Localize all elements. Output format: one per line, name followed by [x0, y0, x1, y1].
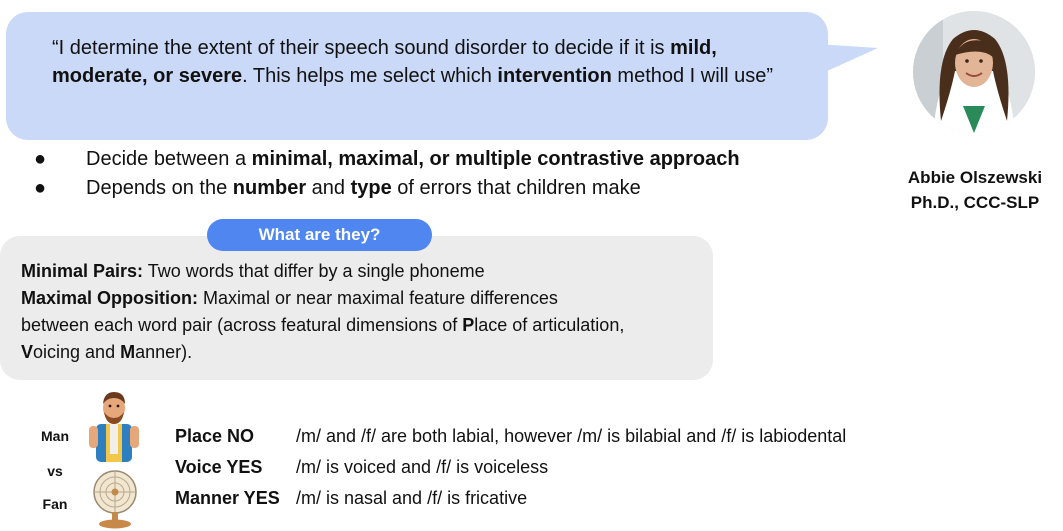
feature-row-manner: Manner YES /m/ is nasal and /f/ is frica… — [175, 483, 846, 514]
bold-text-run: V — [21, 342, 34, 362]
bold-text-run: type — [350, 177, 392, 199]
bullet-item: ● Decide between a minimal, maximal, or … — [34, 145, 740, 174]
text-run: lace of articulation, — [474, 315, 625, 335]
text-run: of errors that children make — [391, 177, 641, 199]
speaker-name: Abbie Olszewski — [907, 168, 1043, 187]
portrait-illustration — [913, 11, 1035, 133]
what-are-they-pill: What are they? — [207, 219, 432, 251]
text-run: “I determine the extent of their speech … — [52, 37, 671, 59]
bold-text-run: P — [462, 315, 475, 335]
feature-description: /m/ and /f/ are both labial, however /m/… — [296, 426, 847, 446]
bullet-marker: ● — [34, 177, 47, 199]
feature-label: Manner YES — [175, 488, 280, 508]
bullet-text: Decide between a minimal, maximal, or mu… — [86, 148, 740, 170]
speech-bubble-tail — [816, 44, 878, 76]
speaker-credentials: Ph.D., CCC-SLP — [910, 193, 1040, 212]
fan-illustration-icon — [93, 470, 137, 529]
bullet-marker: ● — [34, 148, 47, 170]
text-run: and — [306, 177, 351, 199]
quote-text: “I determine the extent of their speech … — [52, 34, 798, 90]
definition-line: between each word pair (across featural … — [21, 312, 693, 339]
text-run: . This helps me select which — [242, 65, 498, 87]
feature-description: /m/ is voiced and /f/ is voiceless — [296, 457, 549, 477]
bullet-text: Depends on the number and type of errors… — [86, 177, 641, 199]
text-run: Depends on the — [86, 177, 233, 199]
text-run: anner). — [135, 342, 193, 362]
feature-label: Place NO — [175, 426, 255, 446]
text-run: oicing and — [33, 342, 121, 362]
bold-text-run: Minimal Pairs: — [21, 261, 144, 281]
example-vs: vs — [47, 463, 63, 479]
feature-row-voice: Voice YES /m/ is voiced and /f/ is voice… — [175, 452, 846, 483]
man-illustration-icon — [89, 392, 139, 462]
definition-line: Minimal Pairs: Two words that differ by … — [21, 258, 693, 285]
text-run: Two words that differ by a single phonem… — [143, 261, 485, 281]
example-word-man: Man — [41, 428, 69, 444]
speaker-photo — [913, 11, 1035, 133]
text-run: between each word pair (across featural … — [21, 315, 463, 335]
text-run: Maximal or near maximal feature differen… — [198, 288, 558, 308]
definition-line: Voicing and Manner). — [21, 339, 693, 366]
bold-text-run: Maximal Opposition: — [21, 288, 199, 308]
feature-label: Voice YES — [175, 457, 263, 477]
feature-row-place: Place NO /m/ and /f/ are both labial, ho… — [175, 421, 846, 452]
bold-text-run: M — [120, 342, 136, 362]
text-run: method I will use” — [611, 65, 774, 87]
feature-comparison: Place NO /m/ and /f/ are both labial, ho… — [175, 421, 846, 514]
definition-line: Maximal Opposition: Maximal or near maxi… — [21, 285, 693, 312]
quote-bubble: “I determine the extent of their speech … — [6, 12, 828, 140]
text-run: Decide between a — [86, 148, 252, 170]
bullet-list: ● Decide between a minimal, maximal, or … — [34, 145, 740, 203]
definitions-box: Minimal Pairs: Two words that differ by … — [0, 236, 713, 380]
example-word-fan: Fan — [42, 496, 68, 512]
feature-description: /m/ is nasal and /f/ is fricative — [296, 488, 528, 508]
bold-text-run: intervention — [497, 65, 612, 87]
speaker-caption: Abbie Olszewski Ph.D., CCC-SLP — [900, 165, 1050, 215]
bold-text-run: minimal, maximal, or multiple contrastiv… — [251, 148, 740, 170]
bullet-item: ● Depends on the number and type of erro… — [34, 174, 740, 203]
bold-text-run: number — [232, 177, 307, 199]
